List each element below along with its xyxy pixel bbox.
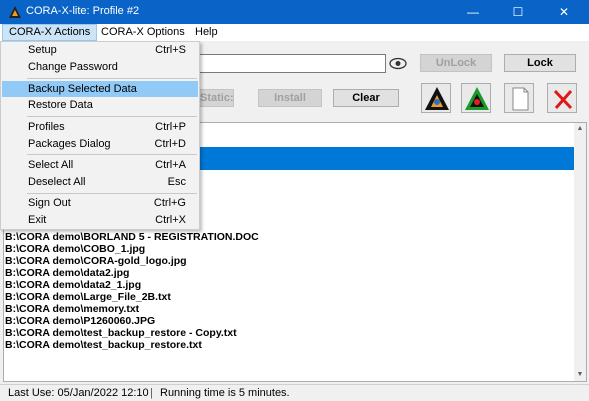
last-use-text: Last Use: 05/Jan/2022 12:10: [8, 387, 149, 399]
list-item[interactable]: B:\CORA demo\Large_File_2B.txt: [5, 291, 171, 303]
lock-button[interactable]: Lock: [504, 54, 576, 72]
cora-green-logo-icon: [465, 87, 489, 110]
running-time-text: Running time is 5 minutes.: [160, 387, 290, 399]
maximize-button[interactable]: ☐: [495, 0, 541, 24]
list-item[interactable]: B:\CORA demo\data2.jpg: [5, 267, 129, 279]
red-x-icon: [553, 89, 573, 110]
install-button[interactable]: Install: [258, 89, 322, 107]
clear-button[interactable]: Clear: [333, 89, 399, 107]
close-button[interactable]: ✕: [541, 0, 587, 24]
list-item[interactable]: B:\CORA demo\P1260060.JPG: [5, 315, 155, 327]
status-bar: Last Use: 05/Jan/2022 12:10 | Running ti…: [0, 384, 589, 401]
show-password-eye-icon[interactable]: [389, 55, 407, 72]
scroll-down-icon[interactable]: ▼: [574, 369, 586, 381]
menu-item-exit[interactable]: Exit Ctrl+X: [2, 212, 198, 228]
list-item[interactable]: B:\CORA demo\memory.txt: [5, 303, 139, 315]
minimize-button[interactable]: —: [450, 0, 496, 24]
menu-item-deselect-all[interactable]: Deselect All Esc: [2, 174, 198, 190]
actions-dropdown-menu: Setup Ctrl+S Change Password Backup Sele…: [0, 41, 200, 230]
menu-item-setup[interactable]: Setup Ctrl+S: [2, 42, 198, 58]
menu-cora-x-options[interactable]: CORA-X Options: [95, 24, 191, 41]
menu-item-packages-dialog[interactable]: Packages Dialog Ctrl+D: [2, 136, 198, 152]
list-item[interactable]: B:\CORA demo\test_backup_restore.txt: [5, 339, 202, 351]
menu-item-backup-selected-data[interactable]: Backup Selected Data: [2, 81, 198, 97]
list-item[interactable]: B:\CORA demo\test_backup_restore - Copy.…: [5, 327, 237, 339]
menu-item-change-password[interactable]: Change Password: [2, 59, 198, 75]
menu-item-sign-out[interactable]: Sign Out Ctrl+G: [2, 195, 198, 211]
menu-item-profiles[interactable]: Profiles Ctrl+P: [2, 119, 198, 135]
document-icon: [512, 87, 529, 111]
static-button[interactable]: Static:: [198, 89, 234, 107]
title-bar: CORA-X-lite: Profile #2 — ☐ ✕: [0, 0, 589, 24]
menu-separator: [27, 193, 197, 194]
password-input[interactable]: [196, 54, 386, 73]
list-item[interactable]: B:\CORA demo\BORLAND 5 - REGISTRATION.DO…: [5, 231, 259, 243]
status-separator: |: [150, 387, 153, 399]
menu-item-select-all[interactable]: Select All Ctrl+A: [2, 157, 198, 173]
list-item[interactable]: B:\CORA demo\COBO_1.jpg: [5, 243, 145, 255]
menu-bar: CORA-X Actions CORA-X Options Help: [0, 24, 589, 41]
delete-button[interactable]: [547, 83, 577, 113]
cora-green-logo-button[interactable]: [461, 83, 491, 113]
menu-separator: [27, 78, 197, 79]
document-button[interactable]: [504, 83, 534, 113]
menu-help[interactable]: Help: [189, 24, 224, 41]
cora-logo-button[interactable]: [421, 83, 451, 113]
menu-cora-x-actions[interactable]: CORA-X Actions: [2, 24, 98, 41]
menu-separator: [27, 154, 197, 155]
vertical-scrollbar[interactable]: ▲ ▼: [574, 123, 586, 381]
list-item[interactable]: B:\CORA demo\CORA-gold_logo.jpg: [5, 255, 187, 267]
menu-separator: [27, 116, 197, 117]
unlock-button[interactable]: UnLock: [420, 54, 492, 72]
scroll-up-icon[interactable]: ▲: [574, 123, 586, 135]
menu-item-restore-data[interactable]: Restore Data: [2, 97, 198, 113]
window-title: CORA-X-lite: Profile #2: [26, 5, 140, 17]
list-item[interactable]: B:\CORA demo\data2_1.jpg: [5, 279, 141, 291]
app-logo-icon: [9, 6, 21, 18]
cora-logo-icon: [425, 87, 449, 110]
